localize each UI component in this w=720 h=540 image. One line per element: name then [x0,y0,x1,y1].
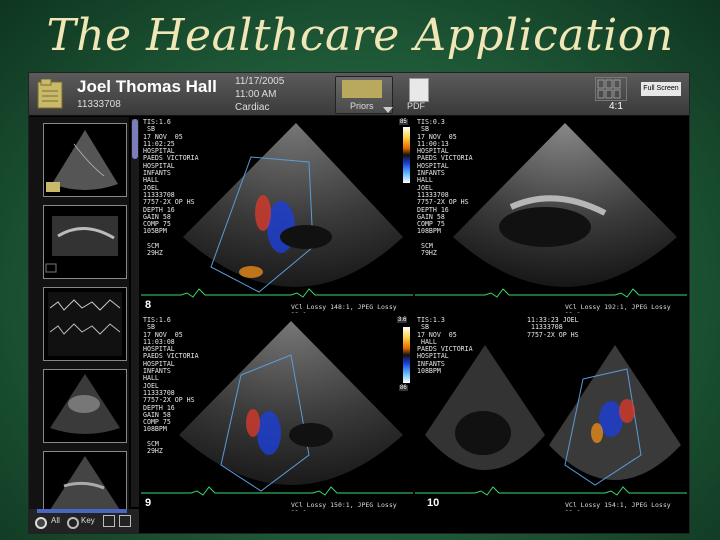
patient-id: 11333708 [77,99,121,110]
pane-1-number: 8 [145,299,152,311]
pdf-icon [409,78,429,102]
image-pane-4[interactable]: TIS:1.3 SB 17 NOV 05 HALL PAEDS VICTORIA… [415,315,687,511]
patient-header: Joel Thomas Hall 11333708 11/17/2005 11:… [29,73,689,116]
ultrasound-viewer-app: Joel Thomas Hall 11333708 11/17/2005 11:… [28,72,690,534]
study-type: Cardiac [235,102,270,113]
pane-4-overlay-text-left: TIS:1.3 SB 17 NOV 05 HALL PAEDS VICTORIA… [417,316,473,376]
pane-3-color-scale-max: 3.6 [397,317,408,323]
thumbnail-3[interactable] [43,287,127,361]
thumbnail-sidebar [29,117,129,525]
priors-icon [342,80,382,98]
pane-3-number: 9 [145,497,152,509]
pdf-label: PDF [407,101,425,111]
priors-label: Priors [350,101,374,111]
layout-ratio: 4:1 [609,101,623,112]
thumbnail-1[interactable] [43,123,127,197]
fullscreen-button[interactable]: Full Screen [641,82,681,96]
pane-3-color-scale-min: 86 [399,385,408,391]
key-radio[interactable] [67,517,79,529]
pane-3-color-scale [403,327,410,383]
pane-2-compression-info: VCl Lossy 192:1, JPEG Lossy 23:1 [565,303,671,313]
pane-4-overlay-text-right: 11:33:23 JOEL 11333708 7757-2X OP HS [527,316,579,339]
priors-dropdown-arrow-icon[interactable] [383,107,393,113]
slide-title: The Healthcare Application [46,10,674,61]
study-time: 11:00 AM [235,89,277,100]
pane-1-compression-info: VCl Lossy 148:1, JPEG Lossy 23:1 [291,303,397,313]
image-pane-1[interactable]: TIS:1.6 SB 17 NOV 05 11:02:25 HOSPITAL P… [141,117,413,313]
grid-view-icon[interactable] [103,515,115,527]
pane-1-overlay-text: TIS:1.6 SB 17 NOV 05 11:02:25 HOSPITAL P… [143,118,199,258]
patient-name: Joel Thomas Hall [77,77,217,96]
compare-icon[interactable] [119,515,131,527]
pane-3-ecg-trace [141,486,413,496]
study-date: 11/17/2005 [235,76,285,87]
pane-3-compression-info: VCl Lossy 150:1, JPEG Lossy 23:1 [291,501,397,511]
pane-2-ecg-trace [415,288,687,298]
pane-4-number: 10 [427,497,440,509]
pane-2-overlay-text: TIS:0.3 SB 17 NOV 05 11:00:13 HOSPITAL P… [417,118,473,258]
thumbnail-size-slider[interactable] [37,509,127,513]
pane-4-compression-info: VCl Lossy 154:1, JPEG Lossy 23:1 [565,501,671,511]
layout-grid-icon[interactable] [595,77,627,101]
folder-icon[interactable] [37,79,63,109]
thumbnail-4[interactable] [43,369,127,443]
all-label: All [51,516,60,525]
pdf-button[interactable]: PDF [401,76,435,112]
image-pane-2[interactable]: TIS:0.3 SB 17 NOV 05 11:00:13 HOSPITAL P… [415,117,687,313]
pane-1-color-scale-max: 85 [399,119,408,125]
thumbnail-scrollbar-track[interactable] [131,119,139,507]
key-label: Key [81,516,95,525]
filter-bar: All Key [29,509,139,533]
pane-3-overlay-text: TIS:1.6 SB 17 NOV 05 11:03:08 HOSPITAL P… [143,316,199,456]
pane-1-color-scale [403,127,410,183]
thumbnail-2[interactable] [43,205,127,279]
thumbnail-scrollbar-thumb[interactable] [132,119,138,159]
pane-4-ecg-trace [415,486,687,496]
image-pane-3[interactable]: TIS:1.6 SB 17 NOV 05 11:03:08 HOSPITAL P… [141,315,413,511]
pane-1-ecg-trace [141,288,413,298]
all-radio[interactable] [35,517,47,529]
